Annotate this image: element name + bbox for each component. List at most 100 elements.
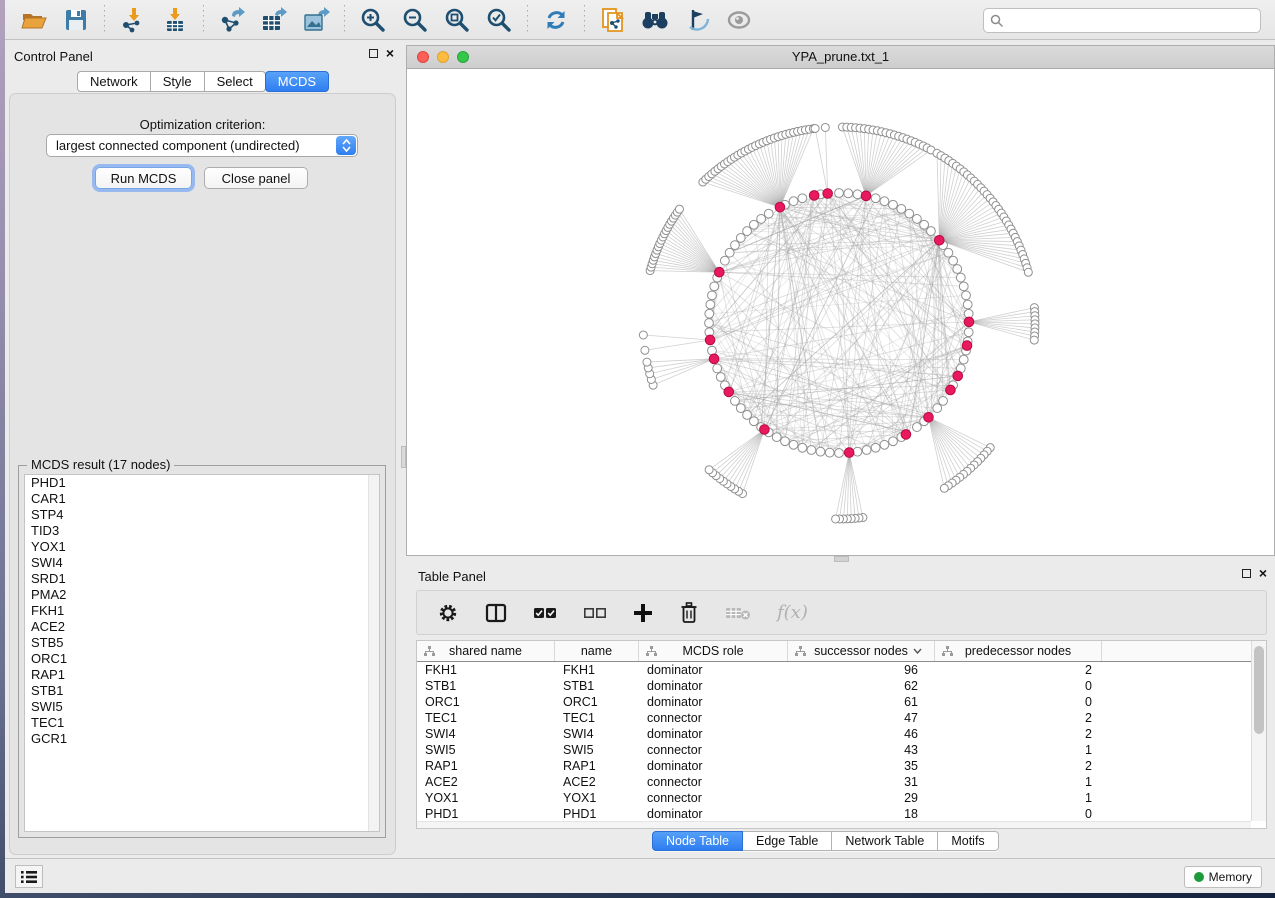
tab-select[interactable]: Select xyxy=(205,71,266,92)
network-node[interactable] xyxy=(944,248,953,257)
network-node[interactable] xyxy=(757,215,766,224)
table-cell[interactable]: STB1 xyxy=(417,678,555,694)
network-node[interactable] xyxy=(939,397,948,406)
close-table-panel-icon[interactable]: × xyxy=(1259,569,1267,578)
tab-network-table[interactable]: Network Table xyxy=(832,831,938,851)
table-cell[interactable]: PHD1 xyxy=(417,806,555,822)
network-node[interactable] xyxy=(835,189,844,198)
network-node[interactable] xyxy=(807,446,816,455)
close-window-icon[interactable] xyxy=(417,51,429,63)
mcds-result-item[interactable]: STP4 xyxy=(25,507,379,523)
network-node[interactable] xyxy=(789,440,798,449)
mcds-result-item[interactable]: FKH1 xyxy=(25,603,379,619)
mcds-result-item[interactable]: SRD1 xyxy=(25,571,379,587)
network-node[interactable] xyxy=(880,440,889,449)
network-node[interactable] xyxy=(927,227,936,236)
network-node[interactable] xyxy=(956,273,965,282)
network-node[interactable] xyxy=(725,248,734,257)
table-cell[interactable]: 2 xyxy=(935,726,1102,742)
network-node[interactable] xyxy=(825,448,834,457)
network-node[interactable] xyxy=(743,411,752,420)
tab-node-table[interactable]: Node Table xyxy=(652,831,743,851)
mcds-hub-node[interactable] xyxy=(760,425,770,435)
mcds-hub-node[interactable] xyxy=(724,387,734,397)
network-node[interactable] xyxy=(959,282,968,291)
deselect-all-checkboxes-icon[interactable] xyxy=(583,606,607,620)
table-cell[interactable]: dominator xyxy=(639,662,788,678)
network-node[interactable] xyxy=(905,209,914,218)
float-panel-icon[interactable] xyxy=(369,49,378,58)
network-node[interactable] xyxy=(798,443,807,452)
first-neighbors-icon[interactable] xyxy=(638,4,672,36)
clipboard-network-icon[interactable] xyxy=(596,4,630,36)
table-cell[interactable]: SWI5 xyxy=(555,742,639,758)
network-node[interactable] xyxy=(706,300,715,309)
network-leaf-node[interactable] xyxy=(832,515,840,523)
table-cell[interactable]: 1 xyxy=(935,742,1102,758)
zoom-fit-icon[interactable] xyxy=(440,4,474,36)
network-node[interactable] xyxy=(764,209,773,218)
tab-network[interactable]: Network xyxy=(77,71,151,92)
mcds-result-item[interactable]: ACE2 xyxy=(25,619,379,635)
mcds-result-item[interactable]: STB1 xyxy=(25,683,379,699)
table-options-gear-icon[interactable] xyxy=(437,602,459,624)
add-column-icon[interactable] xyxy=(633,603,653,623)
network-canvas[interactable] xyxy=(407,69,1274,555)
network-node[interactable] xyxy=(708,291,717,300)
mcds-result-item[interactable]: TID3 xyxy=(25,523,379,539)
table-cell[interactable]: 18 xyxy=(788,806,935,822)
save-session-icon[interactable] xyxy=(59,4,93,36)
table-cell[interactable]: connector xyxy=(639,790,788,806)
mcds-result-item[interactable]: CAR1 xyxy=(25,491,379,507)
table-cell[interactable]: ORC1 xyxy=(417,694,555,710)
table-cell[interactable]: TEC1 xyxy=(555,710,639,726)
network-leaf-node[interactable] xyxy=(1024,268,1032,276)
table-cell[interactable]: 31 xyxy=(788,774,935,790)
export-image-icon[interactable] xyxy=(299,4,333,36)
network-node[interactable] xyxy=(880,197,889,206)
table-row[interactable]: YOX1YOX1connector291 xyxy=(417,790,1266,806)
select-all-checkboxes-icon[interactable] xyxy=(533,606,557,620)
table-row[interactable]: STB1STB1dominator620 xyxy=(417,678,1266,694)
network-node[interactable] xyxy=(962,291,971,300)
tab-motifs[interactable]: Motifs xyxy=(938,831,998,851)
network-node[interactable] xyxy=(871,194,880,203)
mcds-result-item[interactable]: TEC1 xyxy=(25,715,379,731)
mcds-hub-node[interactable] xyxy=(861,191,871,201)
vertical-splitter-handle[interactable] xyxy=(401,446,406,468)
network-node[interactable] xyxy=(844,189,853,198)
table-cell[interactable]: 43 xyxy=(788,742,935,758)
table-cell[interactable]: 2 xyxy=(935,758,1102,774)
zoom-out-icon[interactable] xyxy=(398,4,432,36)
mcds-hub-node[interactable] xyxy=(953,371,963,381)
table-row[interactable]: PHD1PHD1dominator180 xyxy=(417,806,1266,822)
table-cell[interactable]: YOX1 xyxy=(555,790,639,806)
network-node[interactable] xyxy=(897,205,906,214)
mcds-hub-node[interactable] xyxy=(924,412,934,422)
sort-chevron-icon[interactable] xyxy=(913,648,922,654)
table-cell[interactable]: dominator xyxy=(639,758,788,774)
table-cell[interactable]: ACE2 xyxy=(417,774,555,790)
split-panel-icon[interactable] xyxy=(485,603,507,623)
network-node[interactable] xyxy=(736,233,745,242)
zoom-selected-icon[interactable] xyxy=(482,4,516,36)
table-cell[interactable]: 1 xyxy=(935,790,1102,806)
memory-button[interactable]: Memory xyxy=(1184,866,1262,888)
mcds-result-item[interactable]: SWI4 xyxy=(25,555,379,571)
network-node[interactable] xyxy=(749,417,758,426)
open-session-icon[interactable] xyxy=(17,4,51,36)
table-row[interactable]: ORC1ORC1dominator610 xyxy=(417,694,1266,710)
mcds-result-item[interactable]: PMA2 xyxy=(25,587,379,603)
table-cell[interactable]: dominator xyxy=(639,806,788,822)
table-row[interactable]: RAP1RAP1dominator352 xyxy=(417,758,1266,774)
network-graph[interactable] xyxy=(407,69,1274,555)
table-cell[interactable]: 1 xyxy=(935,774,1102,790)
mcds-hub-node[interactable] xyxy=(709,354,719,364)
table-cell[interactable]: 0 xyxy=(935,678,1102,694)
mcds-hub-node[interactable] xyxy=(964,317,974,327)
network-window-titlebar[interactable]: YPA_prune.txt_1 xyxy=(407,46,1274,69)
column-header-predecessor-nodes[interactable]: predecessor nodes xyxy=(935,641,1102,661)
network-node[interactable] xyxy=(781,437,790,446)
mcds-hub-node[interactable] xyxy=(962,341,972,351)
table-cell[interactable]: ACE2 xyxy=(555,774,639,790)
